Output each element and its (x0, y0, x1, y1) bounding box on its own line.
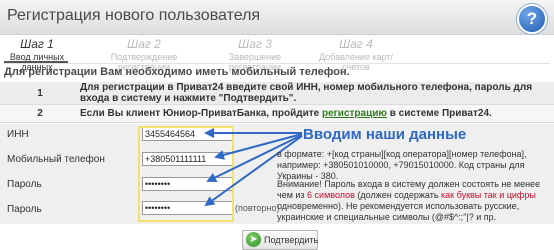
confirm-label: Подтвердить (264, 235, 319, 245)
confirm-button[interactable]: ➤ Подтвердить (242, 230, 318, 250)
arrow-right-icon: ➤ (246, 232, 261, 247)
password-warning: Внимание! Пароль входа в систему должен … (277, 179, 547, 223)
warning-text: (должен содержать (354, 190, 442, 200)
phone-format-hint: в формате: +[код страны][код оператора][… (277, 149, 527, 181)
warning-text: одновременно). Не рекомендуется использо… (277, 201, 520, 222)
warning-highlight: как буквы так и цифры (441, 190, 536, 200)
warning-highlight: 6 символов (307, 190, 355, 200)
